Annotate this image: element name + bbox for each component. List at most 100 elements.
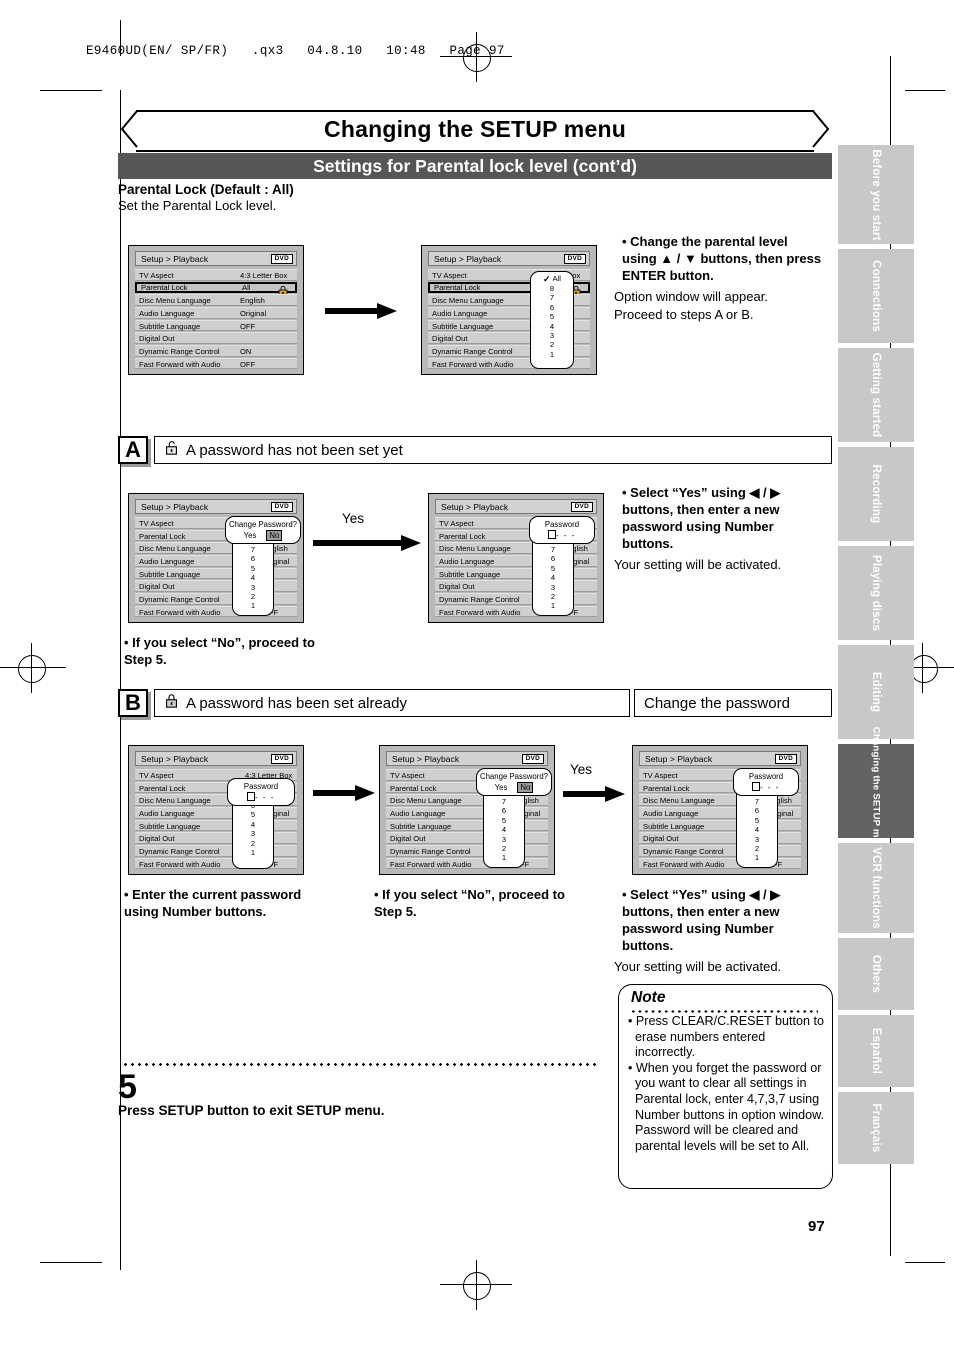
sidebar-tab-getting-started[interactable]: Getting started [838, 348, 914, 442]
parental-level-option-window[interactable]: 7 6 5 4 3 2 1 [483, 784, 525, 868]
row-label: Subtitle Language [432, 321, 494, 331]
parental-level-option-window[interactable]: 7 6 5 4 3 2 1 [736, 784, 778, 868]
level-option[interactable]: 6 [531, 303, 573, 312]
section-a-right-plain-text: Your setting will be activated. [614, 557, 782, 572]
sidebar-tab-espanol[interactable]: Español [838, 1015, 914, 1087]
sidebar-tab-others[interactable]: Others [838, 938, 914, 1010]
parental-level-option-window[interactable]: ✓ All 8 7 6 5 4 3 2 1 [530, 271, 574, 369]
password-dashes: - - - [556, 531, 576, 540]
level-option[interactable]: 4 [233, 820, 273, 829]
row-label: Audio Language [439, 557, 495, 567]
change-password-dialog[interactable]: Change Password? Yes No [225, 516, 301, 544]
level-option[interactable]: 4 [533, 573, 573, 582]
level-option[interactable]: 1 [233, 601, 273, 610]
level-option[interactable]: 2 [233, 592, 273, 601]
level-option[interactable]: 5 [533, 564, 573, 573]
sidebar-tab-recording[interactable]: Recording [838, 447, 914, 541]
level-option-all[interactable]: ✓ All [531, 274, 573, 284]
level-option[interactable]: 5 [484, 816, 524, 825]
level-option[interactable]: 3 [484, 835, 524, 844]
level-option[interactable]: 2 [233, 839, 273, 848]
level-option[interactable]: 7 [533, 545, 573, 554]
row-label: Dynamic Range Control [139, 847, 220, 857]
password-field[interactable]: - - - [530, 530, 594, 541]
password-field[interactable]: - - - [228, 792, 294, 803]
sidebar-tab-francais[interactable]: Français [838, 1092, 914, 1164]
password-field[interactable]: - - - [734, 782, 798, 793]
level-option[interactable]: 5 [233, 564, 273, 573]
dialog-no-option[interactable]: No [266, 530, 283, 541]
sidebar-tab-changing-the-setup-menu[interactable]: Changing the SETUP menu [838, 727, 914, 855]
registration-line-top-v [476, 32, 477, 82]
level-option[interactable]: 2 [737, 844, 777, 853]
level-option[interactable]: 2 [531, 340, 573, 349]
level-option[interactable]: 3 [737, 835, 777, 844]
table-row[interactable]: Fast Forward with Audio OFF [135, 357, 297, 370]
flow-arrow-b1 [313, 785, 375, 801]
level-option[interactable]: 3 [233, 583, 273, 592]
level-option[interactable]: 7 [531, 293, 573, 302]
level-option[interactable]: 3 [531, 331, 573, 340]
section-b-bar: A password has been set already [154, 689, 630, 717]
row-label: Digital Out [643, 834, 679, 844]
level-option[interactable]: 1 [484, 853, 524, 862]
dvd-badge: DVD [270, 754, 293, 765]
table-row[interactable]: Disc Menu Language English [135, 294, 297, 306]
level-option[interactable]: 6 [484, 806, 524, 815]
row-label: Dynamic Range Control [390, 847, 471, 857]
level-option[interactable]: 5 [233, 810, 273, 819]
sidebar-tab-before-you-start[interactable]: Before you start [838, 145, 914, 244]
table-row[interactable]: Subtitle Language OFF [135, 319, 297, 332]
level-option[interactable]: 4 [737, 825, 777, 834]
level-label: All [552, 274, 561, 283]
sidebar-tab-editing[interactable]: Editing [838, 645, 914, 739]
dialog-yes-option[interactable]: Yes [244, 530, 257, 541]
dvd-badge: DVD [270, 254, 293, 265]
row-label: TV Aspect [643, 771, 678, 780]
level-option[interactable]: 3 [533, 583, 573, 592]
sidebar-tab-playing-discs[interactable]: Playing discs [838, 546, 914, 640]
level-option[interactable]: 1 [533, 601, 573, 610]
change-password-dialog[interactable]: Change Password? Yes No [476, 768, 552, 796]
level-option[interactable]: 7 [233, 545, 273, 554]
table-row-parental-lock[interactable]: Parental Lock All [135, 281, 297, 297]
screen-a1-title: Setup > Playback [141, 501, 209, 512]
parental-level-option-window[interactable]: 7 6 5 4 3 2 1 [532, 532, 574, 616]
level-option[interactable]: 1 [233, 848, 273, 857]
table-row[interactable]: Dynamic Range Control ON [135, 345, 297, 357]
password-entry-dialog[interactable]: Password - - - [733, 768, 799, 796]
level-option[interactable]: 2 [484, 844, 524, 853]
row-label: Audio Language [139, 309, 195, 319]
step5-number: 5 [118, 1068, 137, 1106]
table-row[interactable]: Audio Language Original [135, 307, 297, 319]
level-option[interactable]: 7 [484, 797, 524, 806]
level-option[interactable]: 1 [737, 853, 777, 862]
section-a-left-note-text: • If you select “No”, proceed to Step 5. [124, 635, 315, 667]
dvd-badge: DVD [563, 254, 586, 265]
level-option[interactable]: 6 [533, 554, 573, 563]
sidebar-tab-vcr-functions[interactable]: VCR functions [838, 843, 914, 933]
level-option[interactable]: 2 [533, 592, 573, 601]
dialog-no-option[interactable]: No [517, 782, 534, 793]
section-subheading: Set the Parental Lock level. [118, 198, 277, 213]
level-option[interactable]: 1 [531, 350, 573, 359]
sidebar-tab-connections[interactable]: Connections [838, 249, 914, 343]
level-option[interactable]: 8 [531, 284, 573, 293]
table-row[interactable]: Digital Out [135, 332, 297, 344]
level-option[interactable]: 6 [233, 554, 273, 563]
level-option[interactable]: 5 [737, 816, 777, 825]
parental-level-option-window[interactable]: 7 6 5 4 3 2 1 [232, 532, 274, 616]
dialog-yes-option[interactable]: Yes [495, 782, 508, 793]
password-entry-dialog[interactable]: Password - - - [227, 778, 295, 806]
level-option[interactable]: 6 [737, 806, 777, 815]
level-option[interactable]: 4 [233, 573, 273, 582]
row-label: Fast Forward with Audio [390, 859, 472, 869]
level-option[interactable]: 5 [531, 312, 573, 321]
level-option[interactable]: 3 [233, 829, 273, 838]
dialog-title: Change Password? [479, 772, 549, 781]
password-entry-dialog[interactable]: Password - - - [529, 516, 595, 544]
level-option[interactable]: 4 [531, 322, 573, 331]
table-row[interactable]: TV Aspect 4:3 Letter Box [135, 269, 297, 281]
level-option[interactable]: 4 [484, 825, 524, 834]
level-option[interactable]: 7 [737, 797, 777, 806]
